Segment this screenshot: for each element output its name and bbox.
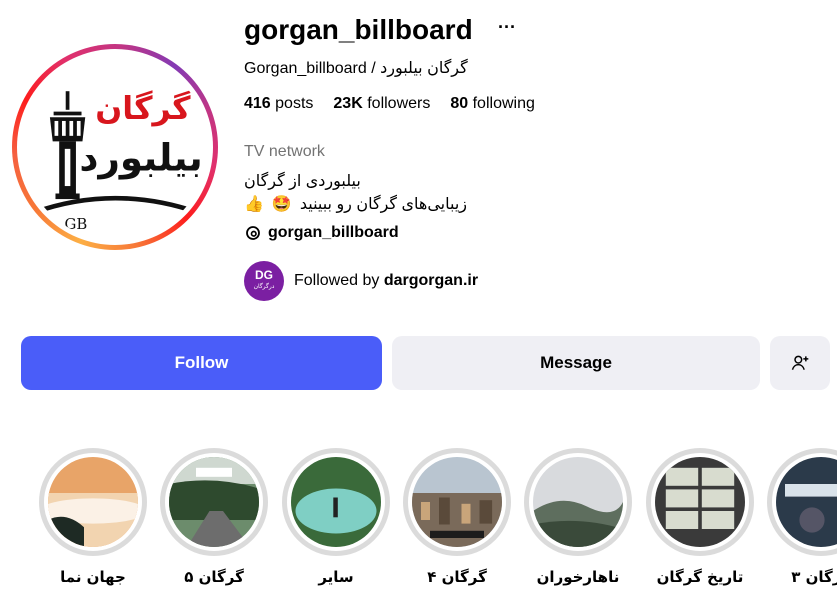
followed-by-prefix: Followed by (294, 272, 380, 289)
highlight-cover-image (655, 457, 745, 547)
message-button[interactable]: Message (392, 336, 760, 390)
following-stat[interactable]: 80 following (450, 95, 535, 113)
thumbs-up-emoji: 👍 (244, 196, 264, 213)
highlight-label: تاریخ گرگان (656, 568, 744, 586)
profile-avatar[interactable]: گرگان بیلبورد GB (12, 44, 218, 250)
highlight-label: گرگان ۴ (427, 568, 487, 586)
highlight-label: سایر (318, 568, 354, 586)
story-highlights: جهان نما گرگان ۵ سایر گرگان ۴ ناهارخوران… (0, 448, 837, 594)
star-eyes-emoji: 🤩 (271, 196, 292, 213)
profile-category: TV network (244, 143, 325, 160)
highlight-item[interactable]: سایر (282, 448, 390, 586)
bio-line-1: بیلبوردی از گرگان (244, 173, 361, 190)
profile-stats: 416 posts 23K followers 80 following (244, 95, 535, 113)
highlight-label: ناهارخوران (536, 568, 620, 586)
suggested-accounts-button[interactable] (770, 336, 830, 390)
add-person-icon (791, 355, 809, 370)
posts-stat[interactable]: 416 posts (244, 95, 313, 113)
highlight-item[interactable]: ناهارخوران (524, 448, 632, 586)
bio-line-2: 👍 🤩 زیبایی‌های گرگان رو ببینید (244, 194, 467, 214)
logo-top-text: گرگان (95, 90, 191, 127)
highlight-cover-image (48, 457, 138, 547)
highlight-cover-image (776, 457, 837, 547)
gorgan-billboard-logo: گرگان بیلبورد GB (22, 54, 208, 240)
follower-avatar[interactable]: DG درگرگان (244, 261, 284, 301)
full-name: Gorgan_billboard / گرگان بیلبورد (244, 60, 468, 77)
followers-stat[interactable]: 23K followers (333, 95, 430, 113)
threads-icon (246, 226, 260, 240)
highlight-item[interactable]: گرگان ۵ (160, 448, 268, 586)
highlight-label: جهان نما (60, 568, 126, 586)
followed-by-user[interactable]: dargorgan.ir (384, 272, 478, 289)
logo-main-text: بیلبورد (79, 135, 202, 179)
highlight-label: گرگان ۳ (791, 568, 837, 586)
username: gorgan_billboard (244, 14, 473, 45)
highlight-cover-image (533, 457, 623, 547)
follow-button[interactable]: Follow (21, 336, 382, 390)
threads-link[interactable]: gorgan_billboard (244, 224, 399, 242)
highlight-item[interactable]: گرگان ۳ (767, 448, 837, 586)
highlight-item[interactable]: جهان نما (39, 448, 147, 586)
highlight-item[interactable]: تاریخ گرگان (646, 448, 754, 586)
followed-by[interactable]: DG درگرگان Followed by dargorgan.ir (244, 261, 478, 301)
highlight-cover-image (291, 457, 381, 547)
highlight-cover-image (169, 457, 259, 547)
highlight-label: گرگان ۵ (184, 568, 244, 586)
threads-handle: gorgan_billboard (268, 224, 399, 241)
highlight-cover-image (412, 457, 502, 547)
more-options-icon[interactable]: ··· (496, 18, 518, 42)
highlight-item[interactable]: گرگان ۴ (403, 448, 511, 586)
logo-mono-text: GB (65, 215, 88, 233)
bio-line-2-text: زیبایی‌های گرگان رو ببینید (299, 196, 467, 213)
